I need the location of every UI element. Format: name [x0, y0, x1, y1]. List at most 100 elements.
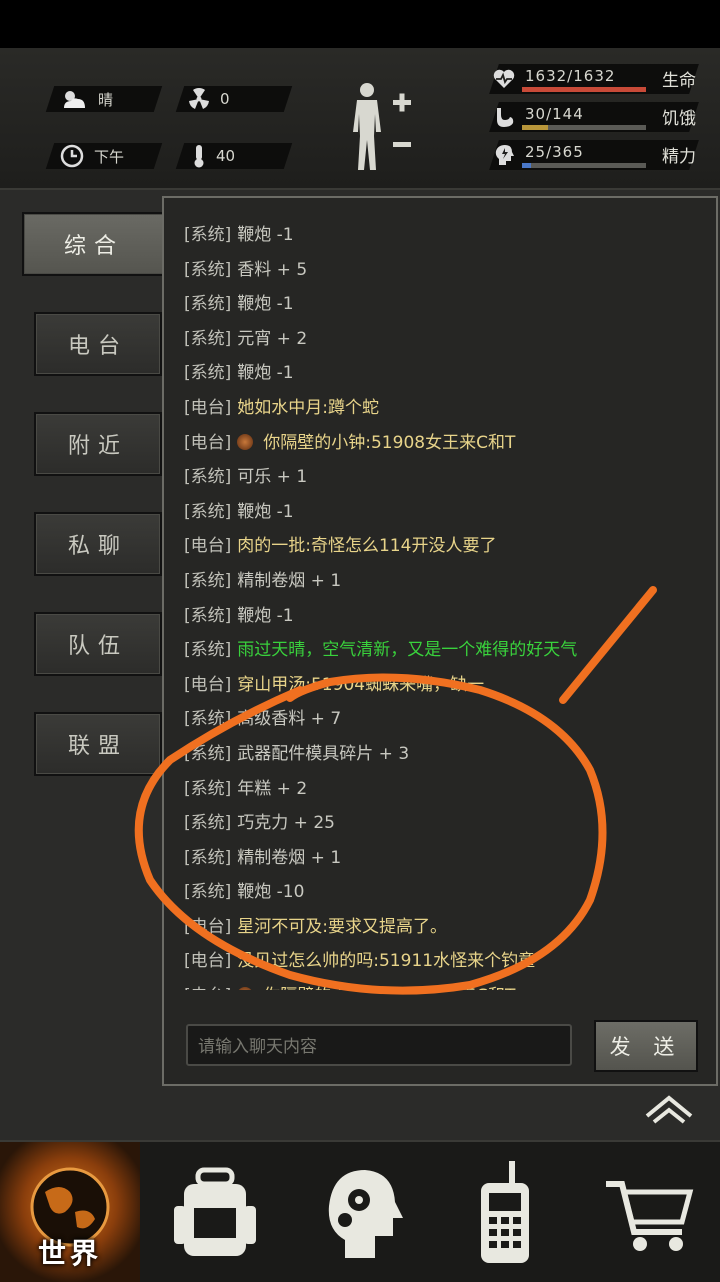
chat-message: [系统] 年糕 + 2 [184, 772, 708, 807]
chat-channel-tag: [电台] [184, 536, 232, 557]
chat-message-text: 肉的一批:奇怪怎么114开没人要了 [237, 536, 497, 557]
chat-message-text: 精制卷烟 + 1 [237, 847, 342, 868]
chat-channel-tag: [系统] [184, 501, 232, 522]
chat-channel-tag: [系统] [184, 294, 232, 315]
chat-channel-tag: [电台] [184, 986, 231, 990]
chat-message: [系统] 鞭炮 -1 [184, 287, 708, 322]
chat-message: [系统] 鞭炮 -1 [184, 495, 708, 530]
nav-world[interactable]: 世界 [0, 1142, 140, 1282]
hunger-bar: 30/144 饥饿 [480, 102, 710, 132]
thermometer-icon [192, 144, 206, 168]
chat-channel-tag: [系统] [184, 259, 232, 280]
shop-cart-icon [606, 1181, 694, 1251]
collapse-button[interactable] [644, 1092, 694, 1126]
skills-head-icon [328, 1170, 403, 1258]
chat-channel-tag: [系统] [184, 743, 232, 764]
tab-nearby[interactable]: 附近 [34, 412, 162, 476]
radio-icon [481, 1161, 529, 1263]
temperature-value: 40 [216, 147, 236, 165]
nav-skills[interactable] [290, 1142, 430, 1282]
chat-message-text: 她如水中月:蹲个蛇 [237, 397, 379, 418]
energy-value: 25/365 [525, 143, 584, 161]
chat-message-text: 可乐 + 1 [237, 467, 308, 488]
heart-pulse-icon [492, 68, 516, 90]
chat-message-text: 武器配件模具碎片 + 3 [237, 743, 410, 764]
clock-icon [60, 144, 84, 168]
health-fill [522, 87, 646, 92]
tab-team[interactable]: 队伍 [34, 612, 162, 676]
stomach-icon [492, 106, 516, 128]
chat-message: [系统] 可乐 + 1 [184, 460, 708, 495]
chat-message: [系统] 精制卷烟 + 1 [184, 841, 708, 876]
chat-message: [系统] 鞭炮 -10 [184, 875, 708, 910]
chat-message-text: 高级香料 + 7 [237, 709, 342, 730]
chat-message: [系统] 香料 + 5 [184, 253, 708, 288]
chat-message: [系统] 鞭炮 -1 [184, 599, 708, 634]
hud-panel: 晴 0 下午 40 1632/1632 生命 30/144 饥饿 25/365 … [0, 48, 720, 190]
chat-message: [系统] 高级香料 + 7 [184, 702, 708, 737]
nav-shop[interactable] [580, 1142, 720, 1282]
chat-message-text: 没见过怎么帅的吗:51911水怪来个钓童 [237, 951, 536, 972]
chat-message: [系统] 雨过天晴，空气清新，又是一个难得的好天气 [184, 633, 708, 668]
tab-radio[interactable]: 电台 [34, 312, 162, 376]
send-button[interactable]: 发 送 [594, 1020, 698, 1072]
chat-message-text: 年糕 + 2 [237, 778, 308, 799]
chat-channel-tag: [电台] [184, 916, 232, 937]
tab-private[interactable]: 私聊 [34, 512, 162, 576]
player-badge-icon [237, 433, 254, 450]
chat-channel-tag: [系统] [184, 225, 232, 245]
bottom-nav: 世界 [0, 1140, 720, 1282]
chat-message-text: 元宵 + 2 [237, 328, 308, 349]
health-bar: 1632/1632 生命 [480, 64, 710, 94]
chat-message: [系统] 精制卷烟 + 1 [184, 564, 708, 599]
chat-message: [电台] 你隔壁的小钟:51908女王来C和T [184, 979, 708, 990]
chat-message: [系统] 鞭炮 -1 [184, 218, 708, 253]
world-label: 世界 [37, 1237, 102, 1270]
backpack-icon [174, 1167, 256, 1256]
weather-sunny-icon [60, 88, 88, 110]
chat-message: [系统] 武器配件模具碎片 + 3 [184, 737, 708, 772]
chat-channel-tag: [系统] [184, 813, 232, 834]
status-bar-area [0, 0, 720, 48]
body-status-button[interactable] [345, 80, 420, 175]
chat-message: [电台] 肉的一批:奇怪怎么114开没人要了 [184, 529, 708, 564]
chat-message: [电台] 星河不可及:要求又提高了。 [184, 910, 708, 945]
chat-panel: [系统] 鞭炮 -1 [系统] 香料 + 5 [系统] 鞭炮 -1 [系统] 元宵 + 2 [系… [162, 196, 718, 1086]
chat-message-text: 鞭炮 -10 [237, 882, 305, 903]
chat-message-text: 雨过天晴，空气清新，又是一个难得的好天气 [237, 640, 578, 661]
chat-message-text: 巧克力 + 25 [237, 813, 335, 834]
chat-channel-tag: [电台] [184, 674, 232, 695]
energy-bar: 25/365 精力 [480, 140, 710, 170]
chat-message-text: 香料 + 5 [237, 259, 308, 280]
chat-channel-tag: [系统] [184, 709, 232, 730]
chat-channel-tag: [电台] [184, 397, 232, 418]
chat-message: [系统] 巧克力 + 25 [184, 806, 708, 841]
tab-general[interactable]: 综合 [22, 212, 166, 276]
tab-alliance[interactable]: 联盟 [34, 712, 162, 776]
radiation-value: 0 [220, 90, 230, 108]
nav-radio[interactable] [435, 1142, 575, 1282]
chat-message: [系统] 鞭炮 -1 [184, 356, 708, 391]
chat-channel-tag: [系统] [184, 605, 232, 626]
chevron-up-icon [645, 1095, 693, 1124]
chat-message: [电台] 穿山甲汤:51904蜘蛛来嘴，缺一 [184, 668, 708, 703]
chat-message-text: 星河不可及:要求又提高了。 [237, 916, 447, 937]
chat-message-text: 鞭炮 -1 [237, 363, 294, 384]
chat-message: [电台] 你隔壁的小钟:51908女王来C和T [184, 426, 708, 461]
chat-channel-tag: [电台] [184, 432, 232, 453]
chat-input[interactable]: 请输入聊天内容 [186, 1024, 572, 1066]
chat-message-list[interactable]: [系统] 鞭炮 -1 [系统] 香料 + 5 [系统] 鞭炮 -1 [系统] 元宵 + 2 [系… [184, 218, 708, 990]
body-figure-icon [353, 83, 411, 170]
chat-message: [电台] 没见过怎么帅的吗:51911水怪来个钓童 [184, 944, 708, 979]
chat-message-text: 精制卷烟 + 1 [237, 570, 342, 591]
weather-text: 晴 [98, 90, 114, 109]
nav-backpack[interactable] [145, 1142, 285, 1282]
chat-message: [电台] 她如水中月:蹲个蛇 [184, 391, 708, 426]
radiation-icon [188, 88, 210, 110]
chat-message: [系统] 元宵 + 2 [184, 322, 708, 357]
chat-channel-tag: [电台] [184, 951, 232, 972]
energy-head-icon [492, 144, 516, 166]
chat-channel-tag: [系统] [184, 328, 232, 349]
chat-message-text: 你隔壁的小钟:51908女王来C和T [263, 986, 515, 990]
chat-message-text: 鞭炮 -1 [237, 501, 294, 522]
